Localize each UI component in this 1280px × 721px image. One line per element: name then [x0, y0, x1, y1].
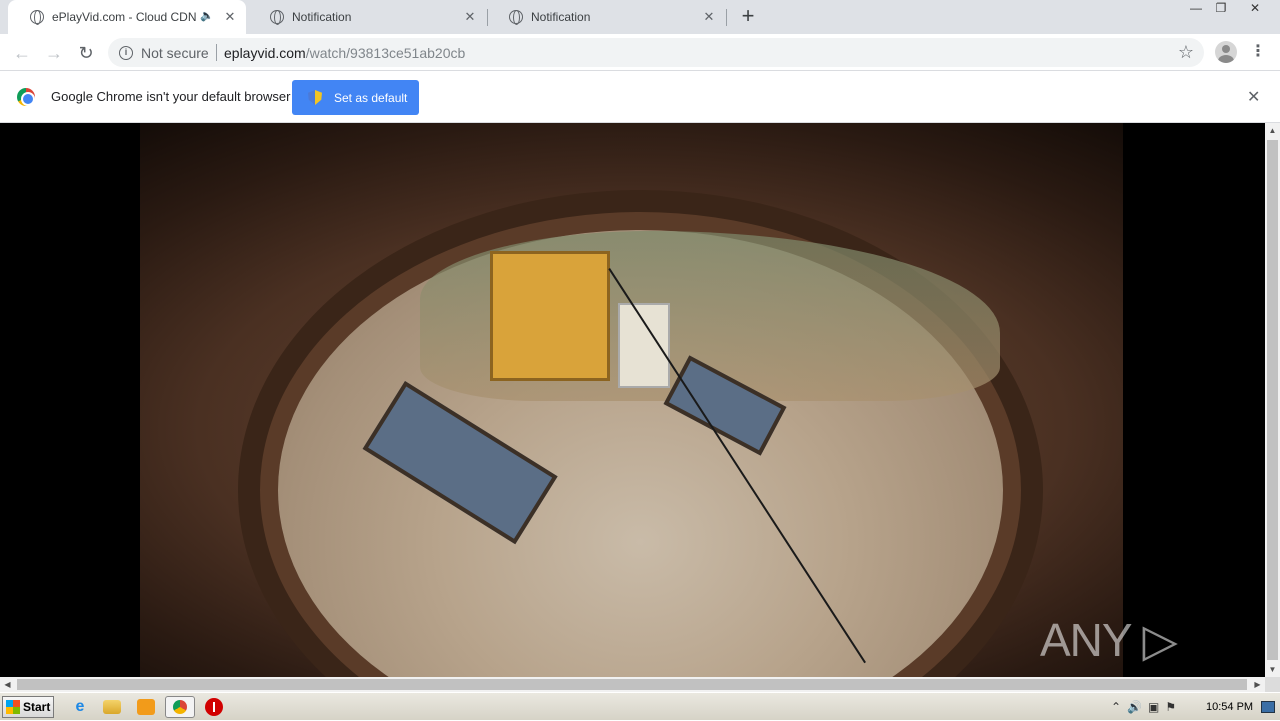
tab-title: Notification [292, 10, 352, 24]
uac-shield-icon [308, 90, 322, 105]
internet-explorer-icon[interactable]: e [69, 697, 91, 717]
infobar-message: Google Chrome isn't your default browser [51, 89, 291, 104]
windows-logo-icon [6, 700, 20, 714]
close-tab-icon[interactable]: ✕ [462, 9, 478, 25]
browser-toolbar: ← → ↻ i Not secure eplayvid.com/watch/93… [0, 34, 1280, 71]
page-content [0, 123, 1265, 677]
media-player-icon[interactable] [137, 699, 155, 715]
tab-eplayvid[interactable]: ePlayVid.com - Cloud CDN 🔈 ✕ [8, 0, 246, 34]
restore-button[interactable]: ❐ [1208, 0, 1234, 18]
back-button[interactable]: ← [10, 41, 34, 65]
default-browser-infobar: Google Chrome isn't your default browser… [0, 72, 1280, 123]
tab-title: ePlayVid.com - Cloud CDN [52, 10, 197, 24]
url-text[interactable]: eplayvid.com/watch/93813ce51ab20cb [224, 45, 465, 61]
close-tab-icon[interactable]: ✕ [701, 9, 717, 25]
vertical-scroll-thumb[interactable] [1267, 140, 1278, 660]
security-label[interactable]: Not secure [141, 45, 209, 61]
start-button[interactable]: Start [2, 696, 54, 718]
tab-notification-2[interactable]: Notification ✕ [487, 0, 725, 34]
scrollbar-corner [1265, 677, 1280, 692]
url-path: /watch/93813ce51ab20cb [305, 45, 466, 61]
address-bar[interactable]: i Not secure eplayvid.com/watch/93813ce5… [108, 38, 1204, 67]
tab-notification-1[interactable]: Notification ✕ [248, 0, 486, 34]
scroll-left-arrow-icon[interactable]: ◀ [0, 677, 15, 692]
windows-taskbar: Start e ⌃ 🔊 ▣ ⚑ 10:54 PM [0, 692, 1280, 720]
scroll-up-arrow-icon[interactable]: ▲ [1265, 123, 1280, 138]
omnibox-separator [216, 44, 217, 61]
system-tray: ⌃ 🔊 ▣ ⚑ [1105, 695, 1201, 719]
stop-icon[interactable] [205, 698, 223, 716]
horizontal-scroll-thumb[interactable] [17, 679, 1247, 690]
globe-icon [270, 10, 284, 25]
close-tab-icon[interactable]: ✕ [222, 9, 238, 25]
new-tab-button[interactable]: + [736, 5, 760, 29]
taskbar-clock[interactable]: 10:54 PM [1206, 701, 1253, 713]
show-desktop-icon[interactable] [1261, 701, 1275, 713]
scroll-down-arrow-icon[interactable]: ▼ [1265, 662, 1280, 677]
video-player[interactable] [140, 123, 1123, 677]
excavator-cab-image [618, 303, 670, 388]
vertical-scrollbar[interactable]: ▲ ▼ [1265, 123, 1280, 677]
tab-strip: ePlayVid.com - Cloud CDN 🔈 ✕ Notificatio… [0, 0, 1280, 34]
globe-icon [509, 10, 523, 25]
set-as-default-button[interactable]: Set as default [292, 80, 419, 115]
file-explorer-icon[interactable] [103, 700, 121, 714]
excavator-image [490, 251, 610, 381]
url-host: eplayvid.com [224, 45, 306, 61]
profile-avatar-icon[interactable] [1215, 41, 1237, 63]
bookmark-star-icon[interactable]: ☆ [1178, 42, 1194, 63]
scroll-right-arrow-icon[interactable]: ▶ [1250, 677, 1265, 692]
volume-icon[interactable]: 🔊 [1127, 700, 1142, 714]
chrome-taskbar-icon[interactable] [165, 696, 195, 718]
network-icon[interactable]: ▣ [1148, 700, 1159, 714]
globe-icon [30, 10, 44, 25]
minimize-button[interactable]: — [1183, 0, 1209, 18]
reload-button[interactable]: ↻ [74, 41, 98, 65]
set-as-default-label: Set as default [334, 90, 408, 105]
tab-separator [726, 9, 727, 26]
infobar-close-icon[interactable]: ✕ [1247, 87, 1260, 107]
forward-button[interactable]: → [42, 41, 66, 65]
tab-title: Notification [531, 10, 591, 24]
chrome-menu-button[interactable]: ⋮ [1250, 41, 1266, 63]
speaker-icon[interactable]: 🔈 [200, 9, 214, 22]
info-icon[interactable]: i [119, 46, 133, 60]
close-window-button[interactable]: ✕ [1242, 0, 1268, 18]
chrome-logo-icon [17, 88, 35, 106]
horizontal-scrollbar[interactable]: ◀ ▶ [0, 677, 1265, 692]
start-label: Start [23, 700, 51, 714]
action-center-flag-icon[interactable]: ⚑ [1165, 700, 1176, 714]
tray-expand-icon[interactable]: ⌃ [1111, 700, 1121, 714]
